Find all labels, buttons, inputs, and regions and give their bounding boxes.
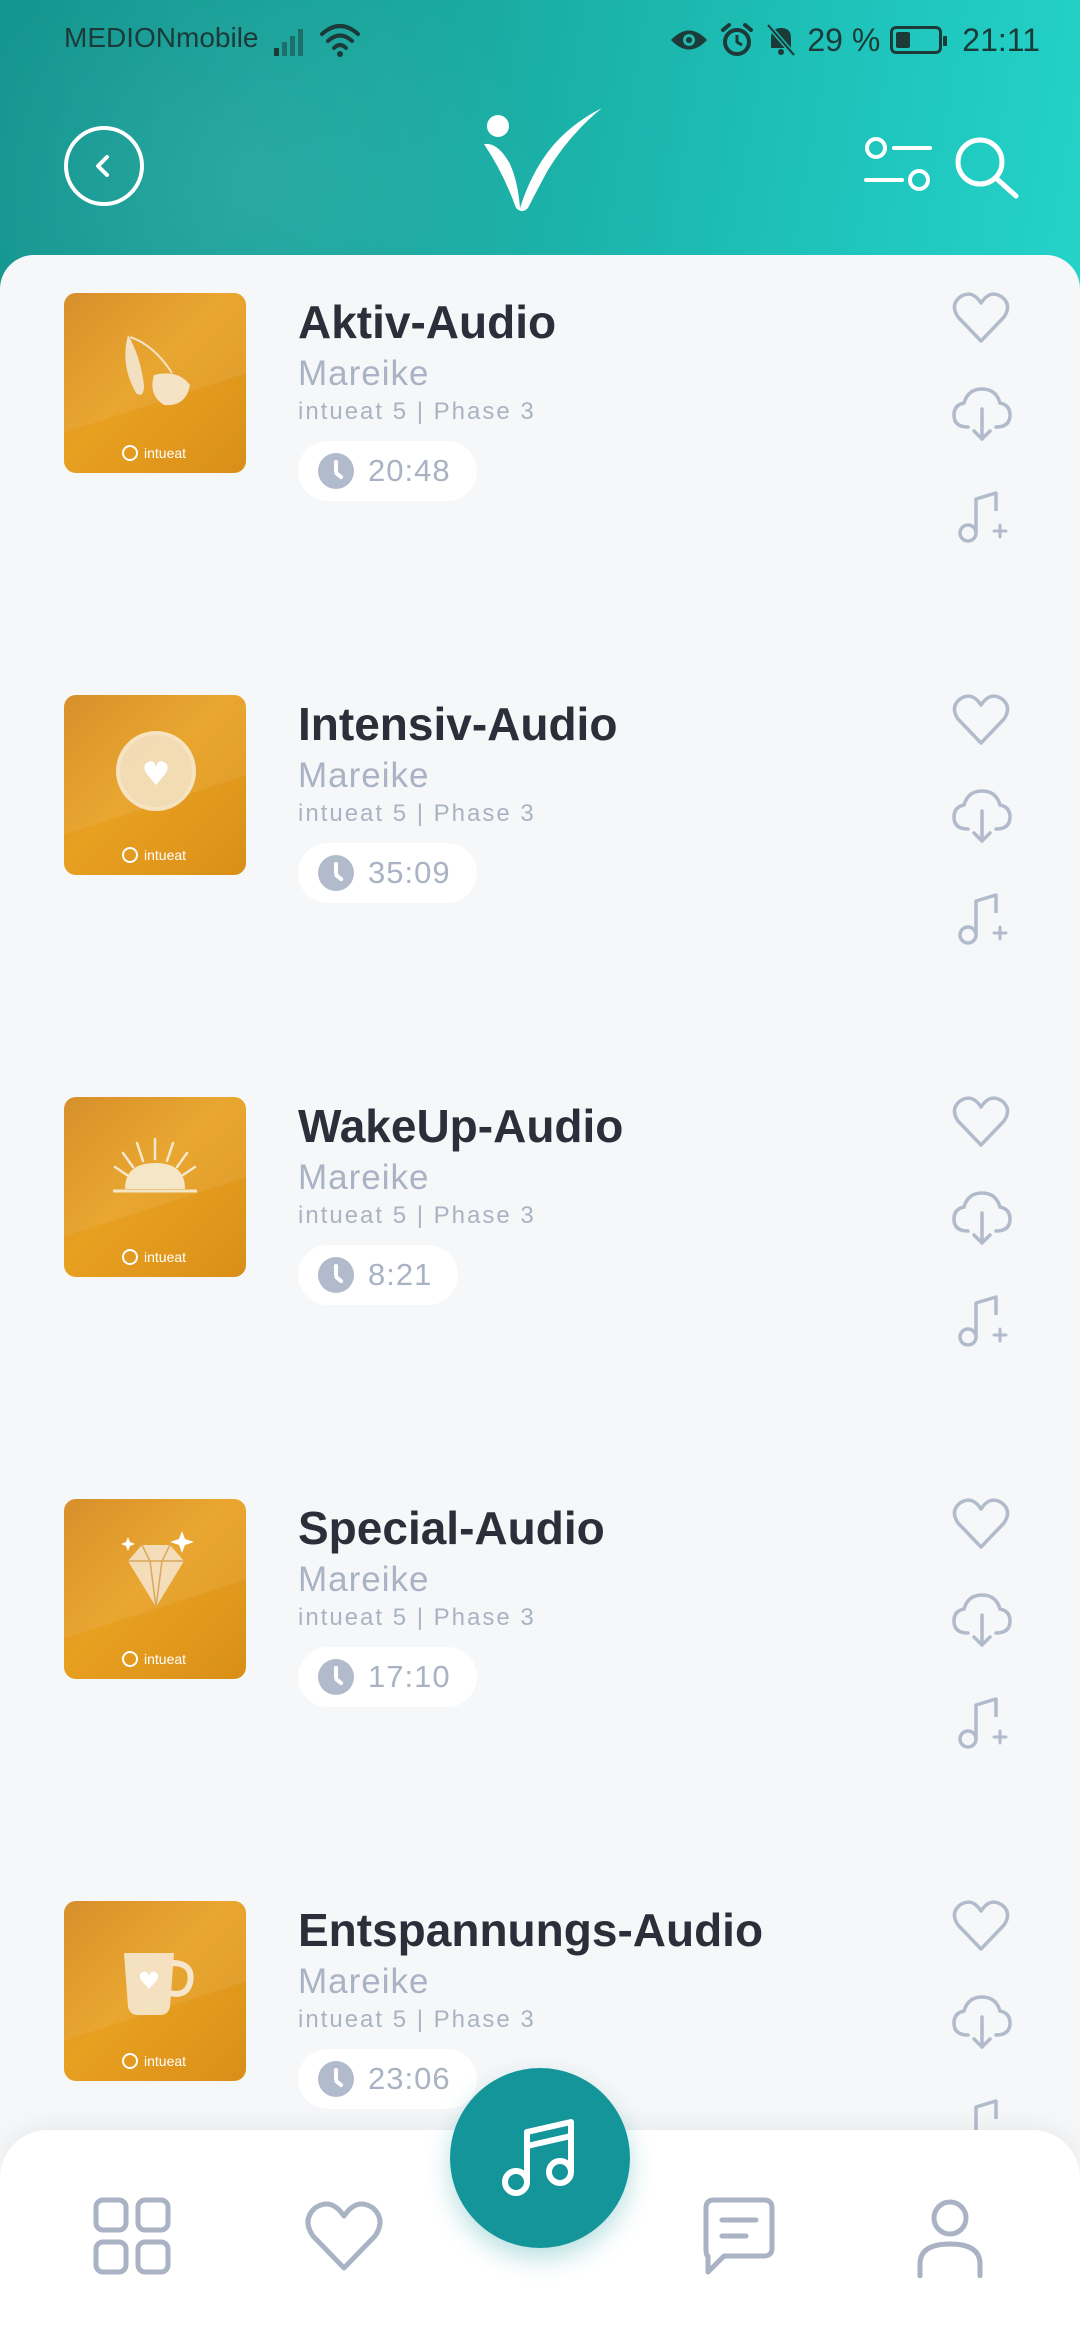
music-button[interactable] [450, 2068, 630, 2248]
clock-icon [318, 1257, 354, 1293]
status-right: 29 % 21:11 [669, 18, 1040, 62]
audio-thumbnail: intueat [64, 1097, 246, 1277]
download-icon[interactable] [950, 1589, 1012, 1651]
music-icon [502, 2119, 574, 2196]
audio-meta: intueat 5 | Phase 3 [298, 1202, 536, 1229]
heart-disc-art [116, 731, 196, 811]
audio-thumbnail: intueat [64, 1499, 246, 1679]
list-item[interactable]: intueat WakeUp-Audio Mareike intueat 5 |… [0, 1059, 1080, 1347]
audio-title: Entspannungs-Audio [298, 1904, 764, 1956]
battery-icon [890, 26, 948, 54]
thumbnail-brand: intueat [122, 847, 186, 863]
search-icon[interactable] [952, 134, 1022, 202]
duration-badge: 20:48 [298, 441, 477, 501]
mute-icon [766, 23, 797, 57]
diamond-art [121, 1531, 194, 1608]
audio-meta: intueat 5 | Phase 3 [298, 398, 536, 425]
heart-icon[interactable] [950, 1895, 1012, 1957]
add-to-playlist-icon[interactable] [950, 1693, 1012, 1755]
back-icon [96, 155, 109, 177]
heart-icon[interactable] [950, 287, 1012, 349]
duration-label: 17:10 [368, 1659, 451, 1694]
clock-icon [318, 1659, 354, 1695]
wifi-icon [320, 24, 360, 57]
clock-time: 21:11 [962, 21, 1040, 58]
audio-thumbnail: intueat [64, 1901, 246, 2081]
audio-author: Mareike [298, 1962, 430, 2001]
leaf-art [125, 335, 190, 406]
intueat-logo [484, 108, 602, 211]
audio-author: Mareike [298, 354, 430, 393]
thumbnail-brand: intueat [122, 445, 186, 461]
download-icon[interactable] [950, 383, 1012, 445]
heart-icon[interactable] [302, 2194, 386, 2278]
audio-thumbnail: intueat [64, 695, 246, 875]
grid-icon[interactable] [90, 2194, 174, 2278]
add-to-playlist-icon[interactable] [950, 889, 1012, 951]
back-button[interactable] [64, 126, 144, 206]
status-bar: MEDIONmobile 29 % 21:11 [0, 18, 1080, 62]
clock-icon [318, 2061, 354, 2097]
duration-label: 23:06 [368, 2061, 451, 2096]
audio-meta: intueat 5 | Phase 3 [298, 800, 536, 827]
list-item[interactable]: intueat Special-Audio Mareike intueat 5 … [0, 1461, 1080, 1749]
audio-author: Mareike [298, 756, 430, 795]
sunrise-art [113, 1137, 197, 1193]
eye-icon [671, 30, 708, 50]
audio-list: intueat Aktiv-Audio Mareike intueat 5 | … [0, 255, 1080, 2340]
chat-icon[interactable] [696, 2194, 780, 2278]
clock-icon [318, 855, 354, 891]
battery-percent: 29 % [807, 21, 881, 58]
clock-icon [318, 453, 354, 489]
duration-badge: 17:10 [298, 1647, 477, 1707]
download-icon[interactable] [950, 785, 1012, 847]
audio-meta: intueat 5 | Phase 3 [298, 1604, 536, 1631]
list-item[interactable]: intueat Intensiv-Audio Mareike intueat 5… [0, 657, 1080, 945]
duration-badge: 8:21 [298, 1245, 459, 1305]
audio-title: Aktiv-Audio [298, 296, 557, 348]
duration-badge: 23:06 [298, 2049, 477, 2109]
thumbnail-brand: intueat [122, 2053, 186, 2069]
audio-thumbnail: intueat [64, 293, 246, 473]
signal-icon [274, 29, 303, 56]
thumbnail-brand: intueat [122, 1249, 186, 1265]
add-to-playlist-icon[interactable] [950, 487, 1012, 549]
alarm-icon [721, 23, 754, 56]
duration-label: 8:21 [368, 1257, 433, 1292]
heart-icon[interactable] [950, 689, 1012, 751]
duration-label: 20:48 [368, 453, 451, 488]
list-item[interactable]: intueat Aktiv-Audio Mareike intueat 5 | … [0, 255, 1080, 543]
audio-meta: intueat 5 | Phase 3 [298, 2006, 536, 2033]
heart-icon[interactable] [950, 1091, 1012, 1153]
duration-label: 35:09 [368, 855, 451, 890]
filter-icon[interactable] [862, 134, 934, 198]
audio-title: Special-Audio [298, 1502, 605, 1554]
download-icon[interactable] [950, 1991, 1012, 2053]
audio-title: Intensiv-Audio [298, 698, 618, 750]
cup-art [124, 1953, 194, 2015]
download-icon[interactable] [950, 1187, 1012, 1249]
audio-author: Mareike [298, 1158, 430, 1197]
thumbnail-brand: intueat [122, 1651, 186, 1667]
profile-icon[interactable] [908, 2194, 992, 2278]
audio-author: Mareike [298, 1560, 430, 1599]
add-to-playlist-icon[interactable] [950, 1291, 1012, 1353]
duration-badge: 35:09 [298, 843, 477, 903]
carrier-label: MEDIONmobile [64, 22, 259, 53]
heart-icon[interactable] [950, 1493, 1012, 1555]
audio-title: WakeUp-Audio [298, 1100, 624, 1152]
